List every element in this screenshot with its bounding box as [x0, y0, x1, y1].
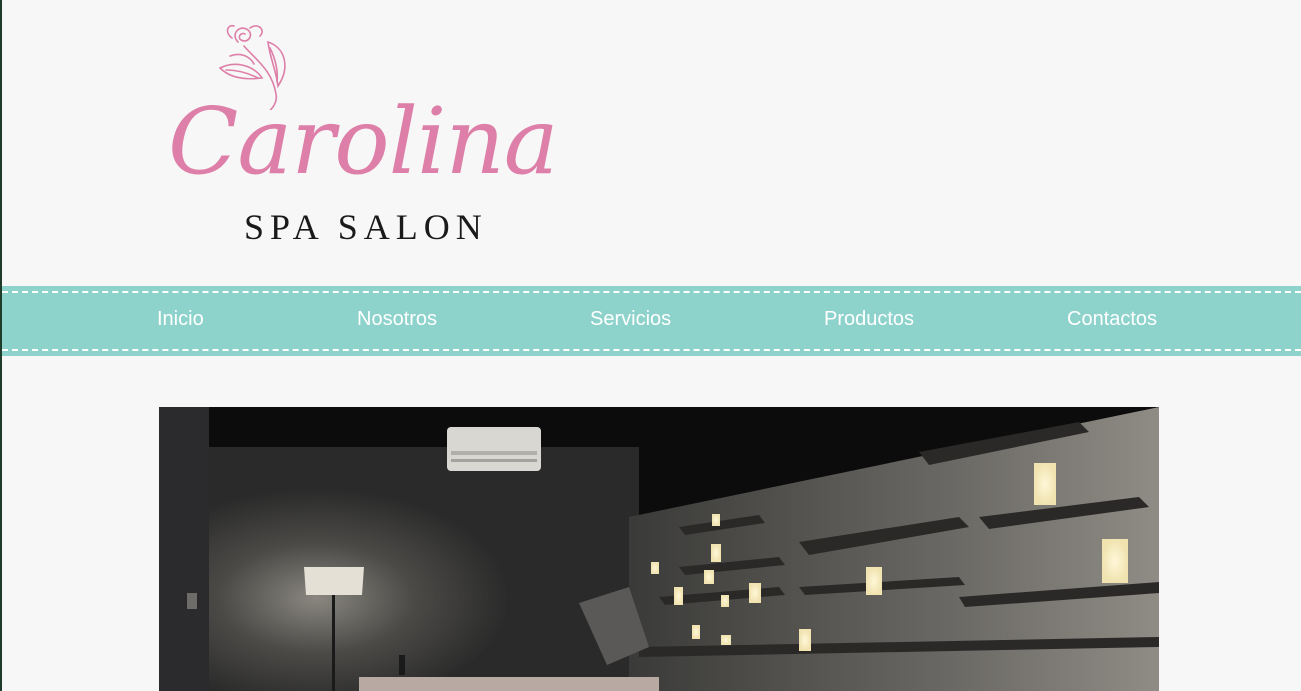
site-logo[interactable]: Carolina SPA SALON — [162, 18, 562, 248]
main-navigation: Inicio Nosotros Servicios Productos Cont… — [2, 286, 1301, 356]
nav-dashed-border-top — [2, 291, 1301, 293]
logo-subtitle: SPA SALON — [244, 207, 488, 247]
hero-image — [159, 407, 1159, 691]
site-header: Carolina SPA SALON — [2, 0, 1301, 286]
logo-script-text: Carolina — [168, 88, 559, 195]
nav-item-contactos[interactable]: Contactos — [1067, 308, 1157, 331]
nav-item-servicios[interactable]: Servicios — [590, 308, 671, 331]
nav-dashed-border-bottom — [2, 349, 1301, 351]
nav-item-nosotros[interactable]: Nosotros — [357, 308, 437, 331]
nav-item-inicio[interactable]: Inicio — [157, 308, 204, 331]
spa-room-photo — [159, 407, 1159, 691]
nav-item-productos[interactable]: Productos — [824, 308, 914, 331]
page: Carolina SPA SALON Inicio Nosotros Servi… — [0, 0, 1301, 691]
